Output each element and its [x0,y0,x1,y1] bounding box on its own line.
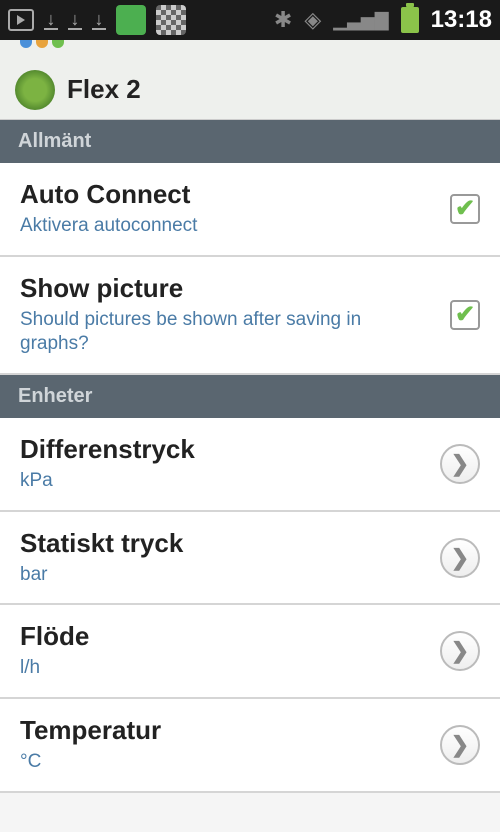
app-logo-icon [15,70,55,110]
chevron-right-icon: ❯ [451,732,469,758]
setting-flow[interactable]: Flöde l/h ❯ [0,605,500,699]
chevron-right-icon: ❯ [451,638,469,664]
setting-value: l/h [20,656,420,681]
tab-indicator-dots [0,40,500,60]
chevron-right-icon: ❯ [451,451,469,477]
auto-connect-checkbox[interactable]: ✔ [450,194,480,224]
clock: 13:18 [431,6,492,34]
chevron-button[interactable]: ❯ [440,444,480,484]
setting-title: Auto Connect [20,179,430,210]
setting-title: Differenstryck [20,434,420,465]
chevron-button[interactable]: ❯ [440,538,480,578]
bluetooth-icon: ✱ [274,7,292,33]
status-bar: ↓ ↓ ↓ ✱ ◈ ▁▃▅▇ 13:18 [0,0,500,40]
setting-value: °C [20,750,420,775]
download-icon: ↓ [68,10,82,30]
setting-title: Temperatur [20,715,420,746]
play-store-icon [8,9,34,31]
download-icon: ↓ [92,10,106,30]
wifi-icon: ◈ [304,7,321,33]
setting-auto-connect[interactable]: Auto Connect Aktivera autoconnect ✔ [0,163,500,257]
signal-icon: ▁▃▅▇ [333,10,388,31]
setting-title: Statiskt tryck [20,528,420,559]
chevron-button[interactable]: ❯ [440,725,480,765]
setting-temperature[interactable]: Temperatur °C ❯ [0,699,500,793]
chevron-button[interactable]: ❯ [440,631,480,671]
show-picture-checkbox[interactable]: ✔ [450,300,480,330]
status-left: ↓ ↓ ↓ [8,5,186,35]
setting-value: bar [20,563,420,588]
setting-diff-pressure[interactable]: Differenstryck kPa ❯ [0,418,500,512]
status-right: ✱ ◈ ▁▃▅▇ 13:18 [274,6,492,34]
app-notification-icon [116,5,146,35]
setting-title: Show picture [20,273,430,304]
battery-icon [401,7,419,33]
chevron-right-icon: ❯ [451,545,469,571]
checkmark-icon: ✔ [455,197,475,221]
section-header-general: Allmänt [0,120,500,163]
setting-value: kPa [20,469,420,494]
checkmark-icon: ✔ [455,303,475,327]
setting-show-picture[interactable]: Show picture Should pictures be shown af… [0,257,500,375]
checkered-flag-icon [156,5,186,35]
section-header-units: Enheter [0,375,500,418]
download-icon: ↓ [44,10,58,30]
setting-subtitle: Should pictures be shown after saving in… [20,308,430,357]
setting-title: Flöde [20,621,420,652]
setting-static-pressure[interactable]: Statiskt tryck bar ❯ [0,512,500,606]
setting-subtitle: Aktivera autoconnect [20,214,430,239]
app-title: Flex 2 [67,74,141,105]
app-header: Flex 2 [0,60,500,120]
